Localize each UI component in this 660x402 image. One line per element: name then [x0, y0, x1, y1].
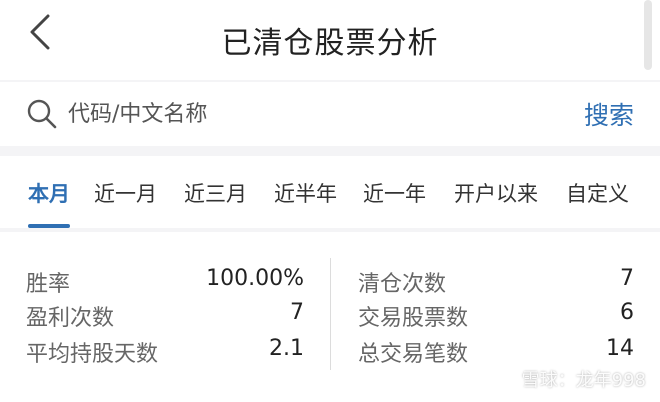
scrollbar[interactable] — [644, 0, 652, 70]
stat-stocks-traded: 交易股票数 6 — [358, 300, 634, 336]
search-input[interactable] — [68, 96, 548, 132]
page-title: 已清仓股票分析 — [221, 26, 439, 61]
stat-label: 胜率 — [26, 272, 71, 297]
stat-label: 交易股票数 — [358, 306, 469, 331]
tab-last-month[interactable]: 近一月 — [94, 178, 157, 208]
stat-value: 2.1 — [269, 336, 304, 361]
tab-last-year[interactable]: 近一年 — [363, 178, 426, 208]
chevron-left-icon — [30, 14, 50, 50]
column-divider — [330, 258, 331, 370]
tab-this-month[interactable]: 本月 — [28, 178, 70, 208]
stat-profit-count: 盈利次数 7 — [26, 300, 304, 336]
stat-value: 7 — [290, 300, 304, 325]
stat-label: 总交易笔数 — [358, 342, 469, 367]
back-button[interactable] — [22, 14, 58, 50]
header-bar: 已清仓股票分析 — [0, 0, 660, 80]
stat-win-rate: 胜率 100.00% — [26, 266, 304, 302]
stat-value: 7 — [620, 266, 634, 291]
stats-panel: 胜率 100.00% 盈利次数 7 平均持股天数 2.1 清仓次数 7 交易股票… — [0, 232, 660, 402]
watermark: 雪球：龙年998 — [496, 366, 646, 392]
stat-avg-holding-days: 平均持股天数 2.1 — [26, 336, 304, 372]
stat-label: 盈利次数 — [26, 306, 115, 331]
active-tab-indicator — [28, 224, 70, 228]
search-icon — [27, 99, 57, 129]
stat-value: 100.00% — [206, 266, 304, 291]
snowball-logo-icon — [496, 369, 517, 389]
tab-custom[interactable]: 自定义 — [566, 178, 629, 208]
time-range-tabs: 本月 近一月 近三月 近半年 近一年 开户以来 自定义 — [0, 156, 660, 228]
search-bar: 搜索 — [0, 82, 660, 146]
stat-clear-count: 清仓次数 7 — [358, 266, 634, 302]
stat-value: 14 — [606, 336, 634, 361]
search-button[interactable]: 搜索 — [584, 96, 634, 132]
watermark-text: 雪球：龙年998 — [521, 370, 646, 391]
tab-last-three-months[interactable]: 近三月 — [184, 178, 247, 208]
stat-label: 平均持股天数 — [26, 342, 159, 367]
stat-label: 清仓次数 — [358, 272, 447, 297]
tab-last-half-year[interactable]: 近半年 — [274, 178, 337, 208]
stat-value: 6 — [620, 300, 634, 325]
tab-since-account-open[interactable]: 开户以来 — [454, 178, 538, 208]
